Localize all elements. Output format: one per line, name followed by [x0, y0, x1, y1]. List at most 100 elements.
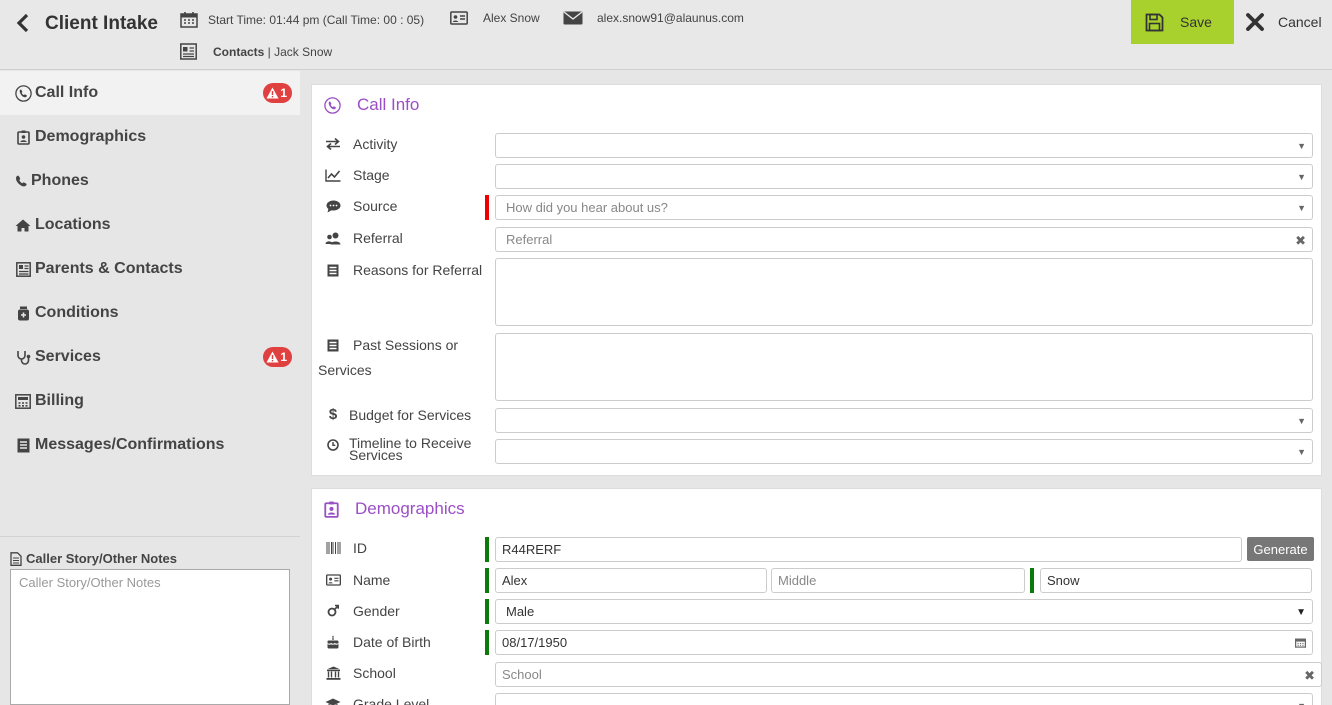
- envelope-icon: [563, 11, 583, 25]
- id-input[interactable]: R44RERF: [495, 537, 1242, 562]
- sidebar-item-label: Messages/Confirmations: [35, 436, 225, 453]
- last-name-input[interactable]: Snow: [1040, 568, 1312, 593]
- sidebar-item-conditions[interactable]: Conditions: [0, 291, 300, 335]
- phone-icon: [14, 84, 32, 102]
- generate-button[interactable]: Generate: [1247, 537, 1314, 561]
- clear-icon[interactable]: ✖: [1295, 233, 1306, 249]
- activity-label: Activity: [324, 136, 397, 152]
- sidebar: Call Info 1 Demographics Phones Location…: [0, 71, 300, 705]
- dob-label: Date of Birth: [324, 634, 431, 650]
- past-sessions-textarea[interactable]: [495, 333, 1313, 401]
- line-chart-icon: [324, 169, 342, 182]
- id-card-icon: [324, 574, 342, 586]
- required-indicator: [485, 195, 489, 220]
- sidebar-item-messages-confirmations[interactable]: Messages/Confirmations: [0, 423, 300, 467]
- panel-title-label: Demographics: [355, 499, 465, 518]
- email-info: alex.snow91@alaunus.com: [563, 11, 744, 25]
- caret-down-icon: ▼: [1297, 203, 1306, 213]
- header-bar: Client Intake Start Time: 01:44 pm (Call…: [0, 0, 1332, 70]
- dob-input[interactable]: 08/17/1950: [495, 630, 1313, 655]
- clear-icon[interactable]: ✖: [1304, 668, 1315, 684]
- reasons-textarea[interactable]: [495, 258, 1313, 326]
- sidebar-item-label: Call Info: [35, 84, 99, 101]
- grade-level-label: Grade Level: [324, 696, 429, 705]
- sidebar-item-billing[interactable]: Billing: [0, 379, 300, 423]
- calendar-icon[interactable]: [1295, 636, 1306, 651]
- warning-badge: 1: [263, 83, 292, 103]
- referral-input[interactable]: Referral ✖: [495, 227, 1313, 252]
- gender-select[interactable]: Male ▼: [495, 599, 1313, 624]
- save-button[interactable]: Save: [1131, 0, 1234, 44]
- client-name-info: Alex Snow: [450, 11, 540, 25]
- budget-select[interactable]: ▼: [495, 408, 1313, 433]
- timeline-label: Timeline to Receive Services: [324, 436, 471, 462]
- sidebar-item-services[interactable]: Services 1: [0, 335, 300, 379]
- referral-label: Referral: [324, 230, 403, 246]
- grade-level-select[interactable]: ▼: [495, 693, 1313, 705]
- chevron-left-icon: [16, 13, 29, 33]
- panel-title: Call Info: [324, 95, 419, 115]
- required-indicator: [1030, 568, 1034, 593]
- demographics-panel: Demographics ID R44RERF Generate Name Al…: [311, 488, 1322, 705]
- panel-title-label: Call Info: [357, 95, 420, 114]
- caret-down-icon: ▼: [1297, 447, 1306, 457]
- page-title: Client Intake: [45, 13, 158, 34]
- graduation-cap-icon: [324, 698, 342, 705]
- activity-select[interactable]: ▼: [495, 133, 1313, 158]
- sidebar-item-label: Parents & Contacts: [35, 260, 183, 277]
- required-indicator: [485, 599, 489, 624]
- institution-icon: [324, 666, 342, 680]
- sidebar-item-parents-contacts[interactable]: Parents & Contacts: [0, 247, 300, 291]
- close-icon: [1246, 13, 1264, 31]
- calculator-icon: [14, 393, 32, 409]
- clock-icon: [324, 439, 342, 451]
- middle-name-input[interactable]: Middle: [771, 568, 1025, 593]
- sidebar-item-label: Locations: [35, 216, 111, 233]
- id-badge-icon: [324, 501, 339, 518]
- id-card-icon: [450, 11, 468, 25]
- save-button-label: Save: [1180, 14, 1212, 30]
- caret-down-icon: ▼: [1297, 416, 1306, 426]
- sidebar-item-demographics[interactable]: Demographics: [0, 115, 300, 159]
- list-icon: [324, 264, 342, 277]
- sidebar-item-call-info[interactable]: Call Info 1: [0, 71, 300, 115]
- first-name-input[interactable]: Alex: [495, 568, 767, 593]
- calendar-icon: [180, 12, 198, 28]
- stethoscope-icon: [14, 350, 32, 365]
- required-indicator: [485, 537, 489, 562]
- reasons-label: Reasons for Referral: [324, 262, 482, 278]
- contacts-info: Contacts | Jack Snow: [180, 43, 332, 60]
- contact-card-icon: [180, 43, 197, 60]
- stage-label: Stage: [324, 167, 390, 183]
- caret-down-icon: ▼: [1297, 701, 1306, 705]
- back-button[interactable]: [12, 12, 34, 34]
- source-select[interactable]: How did you hear about us? ▼: [495, 195, 1313, 220]
- dollar-icon: $: [328, 406, 338, 423]
- cancel-button[interactable]: Cancel: [1246, 0, 1332, 44]
- id-label: ID: [324, 540, 367, 556]
- sidebar-item-locations[interactable]: Locations: [0, 203, 300, 247]
- exchange-icon: [324, 138, 342, 150]
- comment-icon: [324, 200, 342, 213]
- sidebar-item-phones[interactable]: Phones: [0, 159, 300, 203]
- sidebar-item-label: Conditions: [35, 304, 119, 321]
- contact-card-icon: [14, 261, 32, 277]
- contacts-label: Contacts: [213, 44, 265, 59]
- sidebar-item-label: Phones: [31, 172, 89, 189]
- divider: [0, 536, 300, 537]
- notes-heading: Caller Story/Other Notes: [10, 551, 177, 566]
- cancel-button-label: Cancel: [1278, 14, 1322, 30]
- school-input[interactable]: School ✖: [495, 662, 1322, 687]
- caller-notes-textarea[interactable]: Caller Story/Other Notes: [10, 569, 290, 705]
- phone-icon: [324, 96, 341, 114]
- start-time-info: Start Time: 01:44 pm (Call Time: 00 : 05…: [180, 11, 424, 28]
- list-icon: [324, 339, 342, 352]
- past-sessions-label: Past Sessions or: [324, 337, 458, 353]
- notes-heading-label: Caller Story/Other Notes: [26, 551, 177, 566]
- phone-handset-icon: [14, 175, 28, 188]
- email-text[interactable]: alex.snow91@alaunus.com: [597, 11, 744, 25]
- sidebar-item-label: Billing: [35, 392, 84, 409]
- timeline-select[interactable]: ▼: [495, 439, 1313, 464]
- contacts-value[interactable]: | Jack Snow: [264, 45, 332, 59]
- stage-select[interactable]: ▼: [495, 164, 1313, 189]
